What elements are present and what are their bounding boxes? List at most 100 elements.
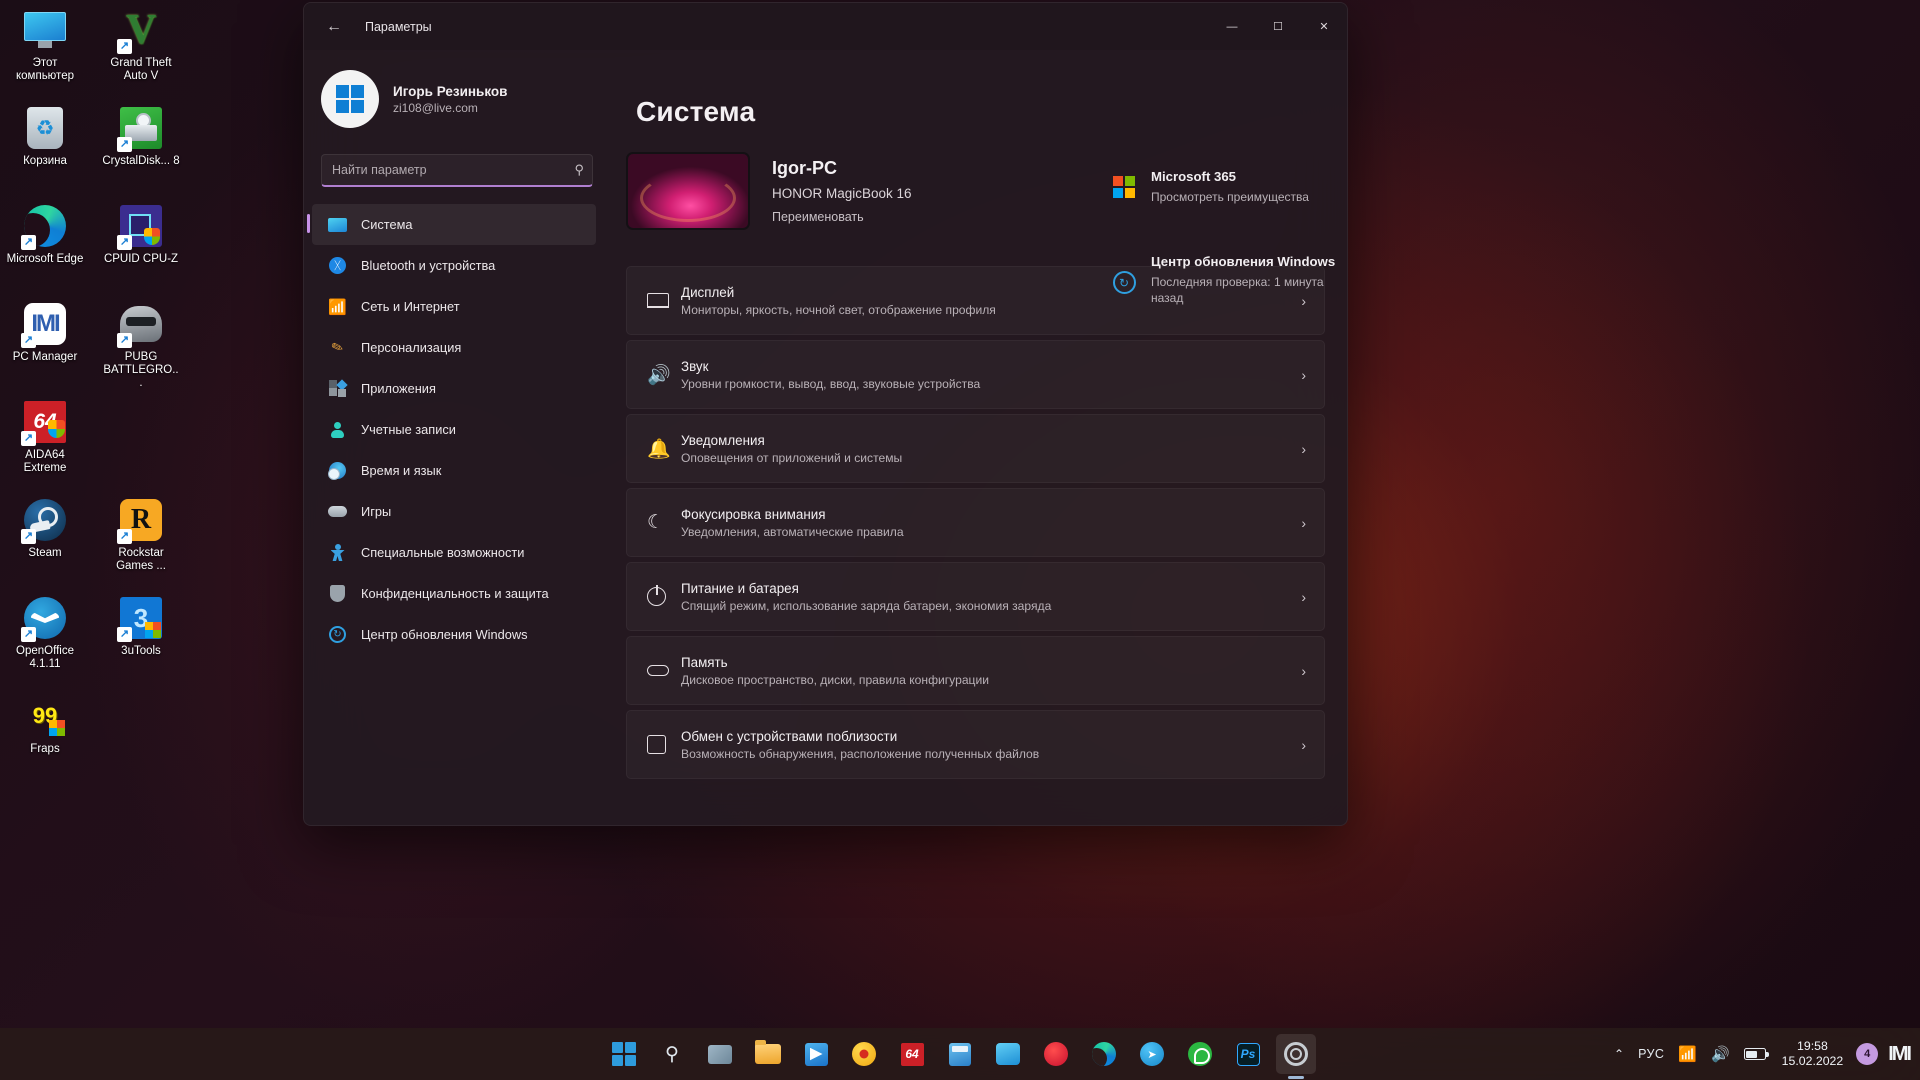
- widgets-icon: [708, 1044, 732, 1064]
- opera-button[interactable]: [1036, 1034, 1076, 1074]
- desktop-icon-steam[interactable]: Steam: [6, 498, 84, 596]
- settings-row-power-battery[interactable]: Питание и батарея Спящий режим, использо…: [626, 562, 1325, 631]
- accessibility-icon: [327, 542, 348, 563]
- widgets-button[interactable]: [700, 1034, 740, 1074]
- device-name: Igor-PC: [772, 158, 837, 178]
- desktop-icon-this-pc[interactable]: Этот компьютер: [6, 8, 84, 106]
- sidebar-item-time-language[interactable]: Время и язык: [312, 450, 596, 491]
- file-explorer-button[interactable]: [748, 1034, 788, 1074]
- calculator-button[interactable]: [940, 1034, 980, 1074]
- settings-button[interactable]: [1276, 1034, 1316, 1079]
- edge-button[interactable]: [1084, 1034, 1124, 1074]
- gta-v-icon: V: [117, 8, 163, 54]
- aida64-icon: 64: [21, 400, 67, 446]
- this-pc-icon: [23, 8, 67, 52]
- maximize-button[interactable]: ☐: [1255, 3, 1301, 50]
- desktop-icon-label: Rockstar Games ...: [116, 547, 166, 572]
- desktop-icon-pubg[interactable]: PUBG BATTLEGRO...: [102, 302, 180, 400]
- page-title: Система: [636, 96, 756, 127]
- notification-badge[interactable]: 4: [1856, 1043, 1879, 1065]
- account-block[interactable]: Игорь Резиньков zi108@live.com: [304, 50, 604, 134]
- settings-row-storage[interactable]: Память Дисковое пространство, диски, пра…: [626, 636, 1325, 705]
- desktop-icon-rockstar-games[interactable]: R Rockstar Games ...: [102, 498, 180, 596]
- row-subtitle: Дисковое пространство, диски, правила ко…: [681, 672, 989, 687]
- whatsapp-button[interactable]: [1180, 1034, 1220, 1074]
- desktop-icon-cpuid-cpuz[interactable]: CPUID CPU-Z: [102, 204, 180, 302]
- search-input[interactable]: [332, 163, 575, 177]
- desktop-icon-grid: Этот компьютер V Grand Theft Auto V Корз…: [0, 0, 190, 1030]
- sidebar-item-label: Конфиденциальность и защита: [361, 586, 549, 601]
- row-title: Фокусировка внимания: [681, 506, 826, 522]
- sidebar-item-privacy[interactable]: Конфиденциальность и защита: [312, 573, 596, 614]
- desktop-icon-aida64[interactable]: 64 AIDA64 Extreme: [6, 400, 84, 498]
- aida64-button[interactable]: 64: [892, 1034, 932, 1074]
- photoshop-icon: Ps: [1236, 1042, 1260, 1066]
- sidebar-item-gaming[interactable]: Игры: [312, 491, 596, 532]
- language-indicator[interactable]: РУС: [1631, 1034, 1671, 1074]
- volume-icon[interactable]: 🔊: [1704, 1034, 1737, 1074]
- teams-button[interactable]: [988, 1034, 1028, 1074]
- telegram-button[interactable]: [1132, 1034, 1172, 1074]
- steam-icon: [21, 498, 67, 544]
- photoshop-button[interactable]: Ps: [1228, 1034, 1268, 1074]
- shortcut-overlay-icon: [117, 333, 132, 348]
- chevron-right-icon: ›: [1301, 588, 1306, 605]
- minimize-button[interactable]: —: [1209, 3, 1255, 50]
- sidebar-item-personalization[interactable]: ✎ Персонализация: [312, 327, 596, 368]
- tray-expand-chevron-icon[interactable]: ⌃: [1607, 1034, 1631, 1074]
- windows-update-card[interactable]: ↻ Центр обновления Windows Последняя про…: [1111, 253, 1341, 306]
- microsoft-365-card[interactable]: Microsoft 365 Просмотреть преимущества: [1111, 168, 1341, 205]
- sidebar-item-apps[interactable]: Приложения: [312, 368, 596, 409]
- sidebar-item-system[interactable]: Система: [307, 204, 596, 245]
- desktop-icon-microsoft-edge[interactable]: Microsoft Edge: [6, 204, 84, 302]
- row-text: Уведомления Оповещения от приложений и с…: [681, 433, 1301, 465]
- shortcut-overlay-icon: [21, 235, 36, 250]
- settings-row-notifications[interactable]: 🔔 Уведомления Оповещения от приложений и…: [626, 414, 1325, 483]
- yandex-browser-button[interactable]: [844, 1034, 884, 1074]
- settings-gear-icon: [1284, 1042, 1308, 1066]
- desktop-icon-gta-v[interactable]: V Grand Theft Auto V: [102, 8, 180, 106]
- apps-icon: [327, 378, 348, 399]
- account-text: Игорь Резиньков zi108@live.com: [393, 84, 507, 115]
- search-button[interactable]: ⚲: [652, 1034, 692, 1074]
- card-subtitle: Последняя проверка: 1 минута назад: [1151, 275, 1324, 305]
- start-button[interactable]: [604, 1034, 644, 1074]
- settings-row-nearby-sharing[interactable]: Обмен с устройствами поблизости Возможно…: [626, 710, 1325, 779]
- settings-row-focus-assist[interactable]: ☾ Фокусировка внимания Уведомления, авто…: [626, 488, 1325, 557]
- rename-link[interactable]: Переименовать: [772, 210, 912, 224]
- desktop-icon-crystaldiskinfo[interactable]: CrystalDisk... 8: [102, 106, 180, 204]
- desktop-icon-3utools[interactable]: 3 3uTools: [102, 596, 180, 694]
- microsoft-store-button[interactable]: [796, 1034, 836, 1074]
- search-icon[interactable]: ⚲: [574, 162, 584, 178]
- pc-manager-tray-icon[interactable]: IМI: [1888, 1043, 1912, 1066]
- shortcut-overlay-icon: [21, 627, 36, 642]
- back-button[interactable]: ←: [316, 11, 352, 43]
- card-title: Центр обновления Windows: [1151, 254, 1336, 269]
- desktop-icon-recycle-bin[interactable]: Корзина: [6, 106, 84, 204]
- chevron-right-icon: ›: [1301, 440, 1306, 457]
- chevron-right-icon: ›: [1301, 736, 1306, 753]
- desktop-icon-fraps[interactable]: 99 Fraps: [6, 694, 84, 792]
- window-controls: — ☐ ✕: [1209, 3, 1347, 50]
- microsoft-edge-icon: [21, 204, 67, 250]
- avatar[interactable]: [321, 70, 379, 128]
- clock[interactable]: 19:58 15.02.2022: [1773, 1039, 1853, 1069]
- sidebar-item-accessibility[interactable]: Специальные возможности: [312, 532, 596, 573]
- close-button[interactable]: ✕: [1301, 3, 1347, 50]
- openoffice-icon: [21, 596, 67, 642]
- sidebar-item-windows-update[interactable]: ↻ Центр обновления Windows: [312, 614, 596, 655]
- desktop-icon-pc-manager[interactable]: IMI PC Manager: [6, 302, 84, 400]
- card-subtitle: Просмотреть преимущества: [1151, 190, 1309, 204]
- desktop-icon-openoffice[interactable]: OpenOffice 4.1.11: [6, 596, 84, 694]
- sidebar-item-bluetooth[interactable]: ᚷ Bluetooth и устройства: [312, 245, 596, 286]
- desktop-icon-label: OpenOffice 4.1.11: [16, 645, 74, 670]
- sidebar-item-network[interactable]: 📶 Сеть и Интернет: [312, 286, 596, 327]
- shortcut-overlay-icon: [21, 529, 36, 544]
- row-subtitle: Спящий режим, использование заряда батар…: [681, 598, 1052, 613]
- battery-icon[interactable]: [1737, 1034, 1773, 1074]
- sidebar-item-accounts[interactable]: Учетные записи: [312, 409, 596, 450]
- wifi-icon[interactable]: 📶: [1671, 1034, 1704, 1074]
- search-box[interactable]: ⚲: [321, 154, 593, 187]
- calculator-icon: [949, 1042, 971, 1066]
- row-title: Уведомления: [681, 432, 765, 448]
